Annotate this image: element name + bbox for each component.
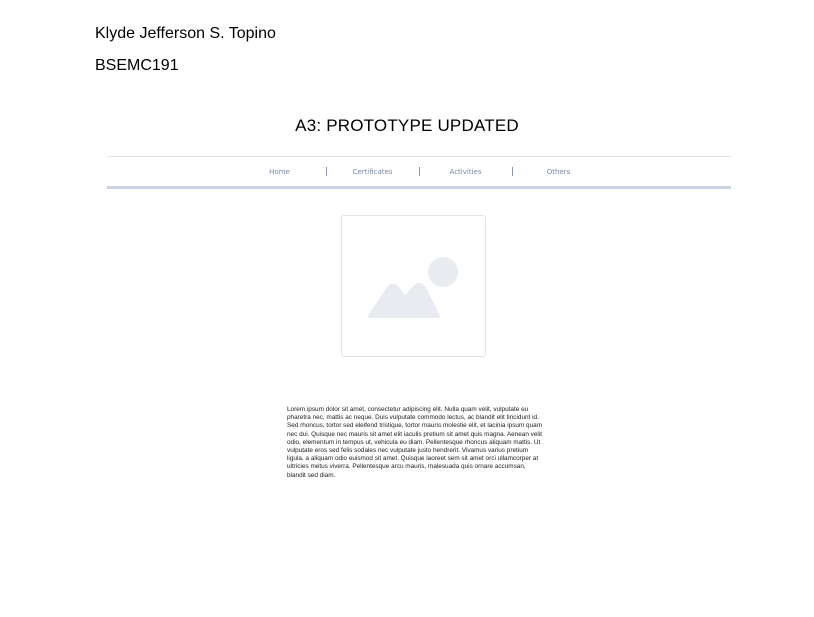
- author-name: Klyde Jefferson S. Topino: [95, 25, 276, 42]
- navbar: Home Certificates Activities Others: [107, 157, 731, 186]
- section-code: BSEMC191: [95, 57, 179, 74]
- image-placeholder-icon: [368, 257, 458, 318]
- document-title: A3: PROTOTYPE UPDATED: [295, 116, 519, 135]
- body-paragraph: Lorem ipsum dolor sit amet, consectetur …: [287, 406, 543, 479]
- nav-item-certificates[interactable]: Certificates: [327, 167, 419, 177]
- nav-item-others[interactable]: Others: [513, 167, 605, 177]
- nav-item-activities[interactable]: Activities: [420, 167, 512, 177]
- nav-item-home[interactable]: Home: [234, 167, 326, 177]
- nav-bottom-bar: [107, 186, 731, 189]
- image-placeholder: [341, 215, 486, 357]
